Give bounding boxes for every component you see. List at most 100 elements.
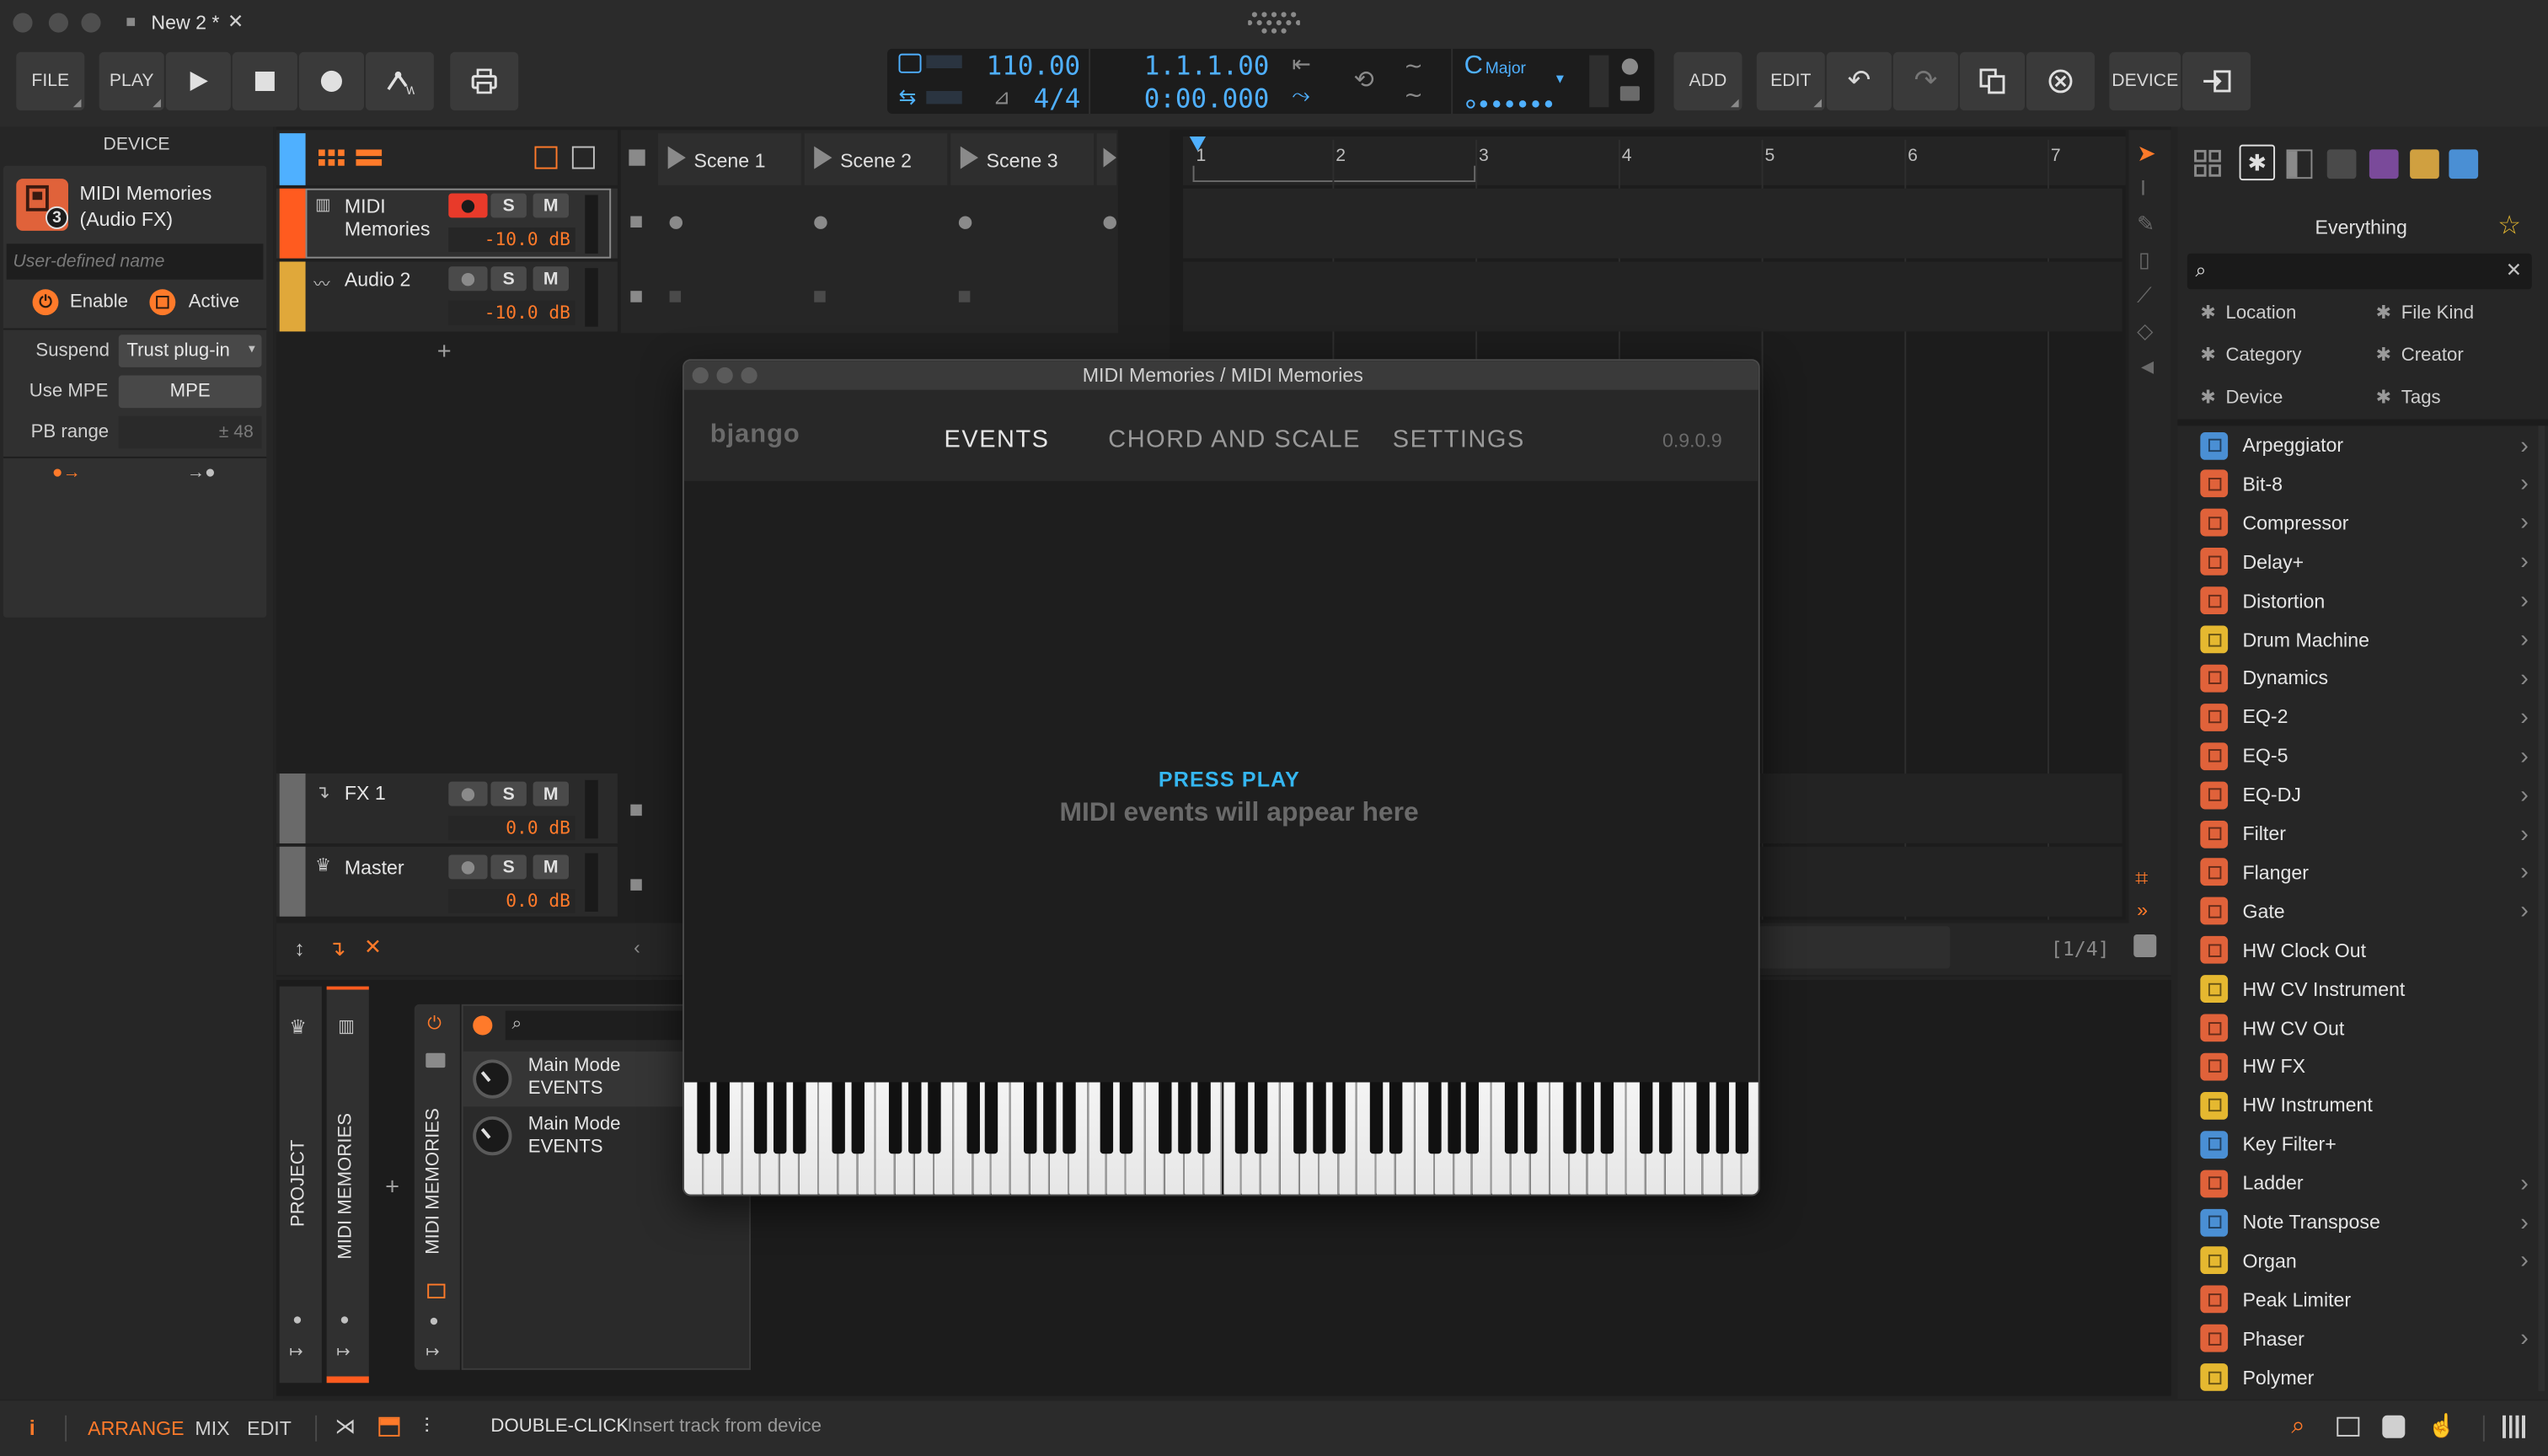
play-button[interactable]	[165, 51, 231, 111]
clear-icon[interactable]: ✕	[364, 934, 382, 961]
browser-item[interactable]: Peak Limiter	[2177, 1280, 2548, 1319]
browser-item[interactable]: Flanger ›	[2177, 853, 2548, 891]
black-key[interactable]	[1062, 1082, 1076, 1154]
black-key[interactable]	[1716, 1082, 1730, 1154]
chevron-right-icon[interactable]: ›	[2520, 781, 2529, 809]
mute-button[interactable]: M	[533, 781, 570, 806]
clip-slot[interactable]	[814, 216, 827, 229]
automation-write-button[interactable]: W	[365, 51, 434, 111]
browser-item[interactable]: HW CV Out	[2177, 1009, 2548, 1047]
browser-item[interactable]: HW CV Instrument	[2177, 970, 2548, 1009]
edit-icon[interactable]	[473, 1015, 493, 1036]
keyboard-panel-icon[interactable]	[2502, 1415, 2526, 1438]
sample-tab-icon[interactable]	[2369, 149, 2399, 179]
record-button[interactable]	[298, 51, 365, 111]
mix-view-tab[interactable]: MIX	[195, 1417, 229, 1440]
shuffle-icon[interactable]: ∼	[1404, 81, 1423, 109]
pointer-tool-icon[interactable]: ➤	[2137, 140, 2156, 168]
folder-icon[interactable]	[1619, 86, 1640, 101]
user-tab-icon[interactable]	[2410, 149, 2439, 179]
favorite-star-icon[interactable]: ☆	[2497, 210, 2521, 243]
chevron-right-icon[interactable]: ›	[2520, 742, 2529, 770]
add-track-button[interactable]: +	[437, 338, 452, 366]
browser-item[interactable]: Organ ›	[2177, 1241, 2548, 1280]
browser-item[interactable]: Dynamics ›	[2177, 659, 2548, 698]
chevron-right-icon[interactable]: ›	[2520, 897, 2529, 925]
chevron-right-icon[interactable]: ›	[2520, 470, 2529, 498]
document-tab[interactable]: New 2 * ✕	[120, 7, 254, 40]
browser-item[interactable]: Ladder ›	[2177, 1164, 2548, 1202]
scene-header-more[interactable]	[1096, 133, 1116, 185]
enter-device-button[interactable]	[2182, 51, 2251, 111]
key-root[interactable]: C	[1464, 52, 1483, 82]
expand-icon[interactable]	[534, 146, 558, 169]
browser-item[interactable]: Key Filter+	[2177, 1125, 2548, 1164]
clip-slot[interactable]	[669, 216, 683, 229]
piano-keyboard[interactable]	[683, 1082, 1758, 1195]
black-key[interactable]	[1505, 1082, 1518, 1154]
key-scale[interactable]: Major	[1485, 60, 1526, 78]
device-strip[interactable]: ⏻ MIDI MEMORIES ● ↦	[414, 1004, 460, 1370]
modulation-icon[interactable]: ⋊	[335, 1414, 356, 1440]
enable-label[interactable]: Enable	[70, 292, 128, 312]
scene-header-3[interactable]: Scene 3	[950, 133, 1094, 185]
black-key[interactable]	[1159, 1082, 1172, 1154]
black-key[interactable]	[928, 1082, 941, 1154]
black-key[interactable]	[1697, 1082, 1710, 1154]
black-key[interactable]	[889, 1082, 902, 1154]
black-key[interactable]	[1389, 1082, 1403, 1154]
chevron-right-icon[interactable]: ›	[2520, 548, 2529, 575]
follow-icon[interactable]: ⤳	[1292, 81, 1310, 109]
black-key[interactable]	[1293, 1082, 1307, 1154]
black-key[interactable]	[1736, 1082, 1749, 1154]
track-row-audio[interactable]: 〰 Audio 2 S M -10.0 dB	[276, 261, 618, 332]
black-key[interactable]	[1312, 1082, 1326, 1154]
power-icon[interactable]: ⏻	[427, 1014, 442, 1035]
browser-item[interactable]: Bit-8 ›	[2177, 464, 2548, 503]
delete-button[interactable]	[2026, 51, 2095, 111]
black-key[interactable]	[908, 1082, 922, 1154]
black-key[interactable]	[754, 1082, 768, 1154]
tab-chord-and-scale[interactable]: CHORD AND SCALE	[1108, 426, 1361, 453]
black-key[interactable]	[1562, 1082, 1576, 1154]
chevron-right-icon[interactable]: ›	[2520, 665, 2529, 693]
everything-tab-icon[interactable]: ✱	[2239, 144, 2276, 181]
sync-icon[interactable]: ⇆	[899, 84, 917, 110]
mute-button[interactable]: M	[533, 854, 570, 880]
audition-tool-icon[interactable]: ◄	[2137, 354, 2158, 378]
active-icon[interactable]	[149, 289, 176, 316]
grid-view-icon[interactable]	[318, 149, 345, 167]
black-key[interactable]	[1043, 1082, 1057, 1154]
browser-item[interactable]: Delay+ ›	[2177, 543, 2548, 581]
black-key[interactable]	[1466, 1082, 1480, 1154]
browser-item[interactable]: Compressor ›	[2177, 503, 2548, 542]
fit-height-icon[interactable]: ↕	[294, 936, 305, 961]
inspector-icon[interactable]	[2133, 934, 2157, 957]
file-button[interactable]: FILE	[16, 51, 85, 111]
scene-header-2[interactable]: Scene 2	[804, 133, 948, 185]
filter-file-kind[interactable]: ✱ File Kind	[2376, 301, 2474, 324]
black-key[interactable]	[1100, 1082, 1114, 1154]
horizontal-scrollbar[interactable]	[1758, 926, 1951, 969]
zoom-window-icon[interactable]	[81, 13, 101, 33]
device-button[interactable]: DEVICE	[2109, 51, 2181, 111]
chevron-right-icon[interactable]: ›	[2520, 820, 2529, 848]
filter-location[interactable]: ✱ Location	[2200, 301, 2296, 324]
enable-power-icon[interactable]: ⏻	[32, 289, 59, 316]
position-time[interactable]: 0:00.000	[1144, 83, 1270, 114]
add-device-button[interactable]: +	[385, 1173, 399, 1201]
chevron-right-icon[interactable]: ›	[2520, 1325, 2529, 1352]
info-icon[interactable]: i	[29, 1416, 35, 1440]
black-key[interactable]	[1447, 1082, 1460, 1154]
device-tab-icon[interactable]	[2286, 149, 2313, 179]
record-arm-button[interactable]	[448, 193, 488, 218]
search-clear-icon[interactable]: ✕	[2506, 259, 2522, 281]
mute-button[interactable]: M	[533, 266, 570, 292]
record-arm-button[interactable]	[448, 781, 488, 806]
black-key[interactable]	[1024, 1082, 1037, 1154]
clip-slot[interactable]	[958, 291, 971, 302]
browser-item[interactable]: Distortion ›	[2177, 581, 2548, 620]
touch-icon[interactable]: ☝	[2428, 1412, 2456, 1440]
duplicate-button[interactable]	[1959, 51, 2026, 111]
browser-item[interactable]: EQ-2 ›	[2177, 698, 2548, 736]
